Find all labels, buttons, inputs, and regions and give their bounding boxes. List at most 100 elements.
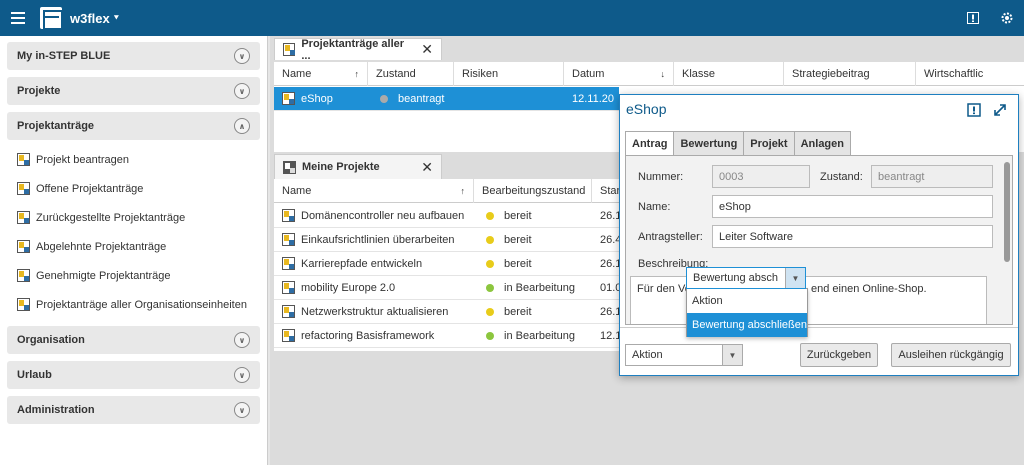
tab-projekt[interactable]: Projekt	[743, 131, 795, 156]
column-header-bearbeitungszustand[interactable]: Bearbeitungszustand	[474, 178, 592, 203]
cell-text: beantragt	[398, 92, 445, 105]
cell-date: 26.1	[592, 204, 619, 228]
maximize-icon[interactable]	[993, 103, 1007, 117]
tab-bewertung[interactable]: Bewertung	[673, 131, 745, 156]
info-icon[interactable]	[956, 0, 990, 36]
project-icon	[17, 298, 30, 311]
sidebar-section-administration[interactable]: Administration ∨	[7, 396, 260, 424]
column-header-risiken[interactable]: Risiken	[454, 61, 564, 86]
beschreibung-field[interactable]: Für den Ve end einen Online-Shop.	[630, 276, 987, 324]
table-row[interactable]: Karrierepfade entwickeln bereit 26.1	[274, 252, 619, 276]
sidebar-item-offene[interactable]: Offene Projektanträge	[7, 174, 260, 203]
cell-name: refactoring Basisframework	[274, 324, 474, 348]
column-label: Strategiebeitrag	[792, 67, 870, 80]
column-header-datum[interactable]: Datum ↓	[564, 61, 674, 86]
cell-date: 26.1	[592, 300, 619, 324]
zustand-field: beantragt	[871, 165, 993, 188]
column-header-strategiebeitrag[interactable]: Strategiebeitrag	[784, 61, 916, 86]
menu-icon[interactable]	[0, 0, 36, 36]
chevron-down-icon[interactable]: ▼	[722, 345, 742, 365]
sidebar-section-urlaub[interactable]: Urlaub ∨	[7, 361, 260, 389]
sidebar-section-projektantraege[interactable]: Projektanträge ∧	[7, 112, 260, 140]
cell-status: bereit	[474, 300, 592, 324]
project-icon	[282, 233, 295, 246]
table-row[interactable]: Einkaufsrichtlinien überarbeiten bereit …	[274, 228, 619, 252]
button-label: Ausleihen rückgängig	[898, 349, 1004, 361]
status-dot-icon	[380, 94, 388, 103]
dropdown-item-bewertung-abschliessen[interactable]: Bewertung abschließen	[687, 313, 807, 337]
column-header-zustand[interactable]: Zustand	[368, 61, 454, 86]
sidebar-item-aller-oe[interactable]: Projektanträge aller Organisationseinhei…	[7, 290, 260, 319]
sidebar-section-organisation[interactable]: Organisation ∨	[7, 326, 260, 354]
table-header: Name ↑ Zustand Risiken Datum ↓ Klasse Stra…	[274, 61, 1024, 86]
chevron-down-icon[interactable]: ∨	[234, 332, 250, 348]
sidebar-section-label: Projekte	[17, 85, 61, 97]
close-icon[interactable]: ✕	[421, 41, 433, 58]
ausleihen-rueckgaengig-button[interactable]: Ausleihen rückgängig	[891, 343, 1011, 367]
cell-status: in Bearbeitung	[474, 324, 592, 348]
sidebar-item-genehmigte[interactable]: Genehmigte Projektanträge	[7, 261, 260, 290]
sidebar-item-projekt-beantragen[interactable]: Projekt beantragen	[7, 145, 260, 174]
project-icon	[17, 211, 30, 224]
sidebar-item-zurueckgestellte[interactable]: Zurückgestellte Projektanträge	[7, 203, 260, 232]
tab-antrag[interactable]: Antrag	[625, 131, 675, 156]
project-icon	[282, 92, 295, 105]
project-icon	[282, 257, 295, 270]
tab-label: Projektanträge aller ...	[301, 37, 405, 62]
sidebar-item-label: Genehmigte Projektanträge	[36, 269, 171, 282]
info-icon[interactable]	[967, 103, 981, 117]
cell-text: eShop	[301, 92, 333, 105]
status-dot-icon	[486, 283, 494, 292]
column-header-start[interactable]: Star	[592, 179, 621, 203]
aktion-combo[interactable]: Aktion ▼	[625, 344, 743, 366]
cell-text: 26.4	[600, 233, 619, 246]
tab-meine-projekte[interactable]: Meine Projekte ✕	[274, 154, 442, 179]
scrollbar[interactable]	[1004, 162, 1010, 262]
chevron-down-icon[interactable]: ∨	[234, 83, 250, 99]
zustand-label: Zustand:	[820, 171, 863, 183]
chevron-down-icon[interactable]: ∨	[234, 402, 250, 418]
chevron-down-icon[interactable]: ▼	[785, 268, 805, 288]
column-label: Klasse	[682, 67, 716, 80]
field-value: 0003	[719, 170, 744, 183]
column-label: Star	[600, 184, 621, 197]
sidebar-section-label: My in-STEP BLUE	[17, 50, 111, 62]
antragsteller-field[interactable]: Leiter Software	[712, 225, 993, 248]
sidebar-item-abgelehnte[interactable]: Abgelehnte Projektanträge	[7, 232, 260, 261]
tab-anlagen[interactable]: Anlagen	[793, 131, 851, 156]
cell-date: 26.4	[592, 228, 619, 252]
table-row[interactable]: eShop beantragt 12.11.20	[274, 87, 619, 111]
chevron-down-icon[interactable]: ∨	[234, 48, 250, 64]
tab-projektantraege-aller[interactable]: Projektanträge aller ... ✕	[274, 37, 442, 62]
project-icon	[17, 240, 30, 253]
cell-datum: 12.11.20	[564, 87, 619, 111]
cell-text: Netzwerkstruktur aktualisieren	[301, 305, 449, 318]
sidebar-section-projekte[interactable]: Projekte ∨	[7, 77, 260, 105]
table-row[interactable]: Netzwerkstruktur aktualisieren bereit 26…	[274, 300, 619, 324]
dropdown-item-aktion[interactable]: Aktion	[687, 289, 807, 313]
table-row[interactable]: mobility Europe 2.0 in Bearbeitung 01.0	[274, 276, 619, 300]
bewertung-dropdown: Aktion Bewertung abschließen	[686, 288, 808, 337]
column-header-name[interactable]: Name ↑	[274, 61, 368, 86]
bewertung-combo[interactable]: Bewertung absch ▼	[686, 267, 806, 289]
chevron-down-icon[interactable]: ⯆	[113, 13, 120, 24]
nummer-field: 0003	[712, 165, 810, 188]
table-row[interactable]: Domänencontroller neu aufbauen bereit 26…	[274, 204, 619, 228]
close-icon[interactable]: ✕	[421, 159, 433, 176]
column-header-name[interactable]: Name ↑	[274, 178, 474, 203]
app-title[interactable]: w3flex	[70, 11, 110, 26]
zurueckgeben-button[interactable]: Zurückgeben	[800, 343, 878, 367]
tab-label: Antrag	[632, 138, 668, 150]
sidebar-section-my-instep[interactable]: My in-STEP BLUE ∨	[7, 42, 260, 70]
column-header-wirtschaftlichkeit[interactable]: Wirtschaftlic	[916, 62, 1024, 86]
chevron-down-icon[interactable]: ∨	[234, 367, 250, 383]
tab-label: Anlagen	[800, 138, 844, 150]
gear-icon[interactable]	[990, 0, 1024, 36]
button-label: Zurückgeben	[806, 349, 872, 361]
name-field[interactable]: eShop	[712, 195, 993, 218]
cell-text: mobility Europe 2.0	[301, 281, 396, 294]
column-header-klasse[interactable]: Klasse	[674, 61, 784, 86]
table-row[interactable]: refactoring Basisframework in Bearbeitun…	[274, 324, 619, 348]
chevron-up-icon[interactable]: ∧	[234, 118, 250, 134]
antragsteller-label: Antragsteller:	[638, 231, 703, 243]
